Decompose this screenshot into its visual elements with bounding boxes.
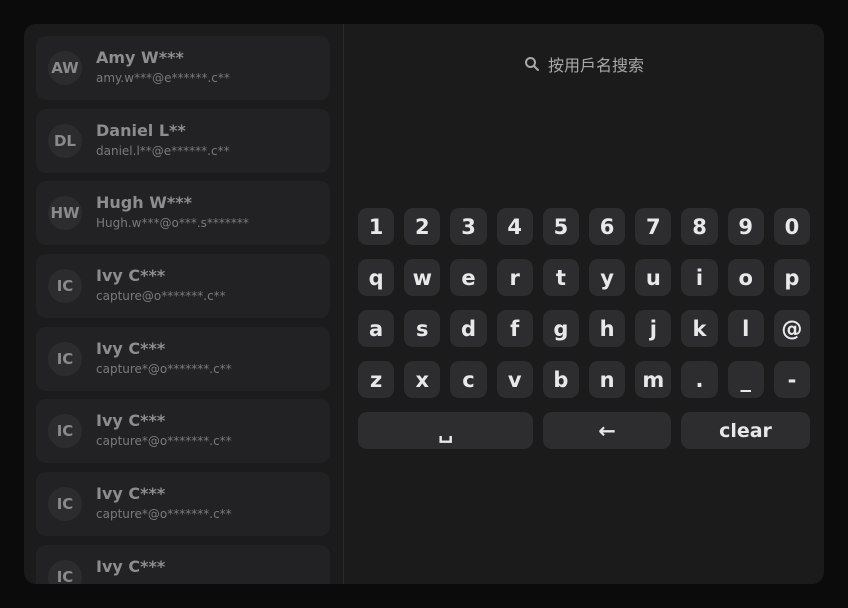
search-panel: 按用戶名搜索 1 2 3 4 5 6 7 8 9 0 q w e r t y u… [344,24,824,584]
avatar: AW [48,51,82,85]
avatar: IC [48,269,82,303]
key-y[interactable]: y [589,259,626,296]
user-card[interactable]: IC Ivy C*** capture*@o*******.c** [36,472,330,536]
key-3[interactable]: 3 [450,208,487,245]
key-7[interactable]: 7 [635,208,672,245]
user-name: Hugh W*** [96,193,192,212]
key-s[interactable]: s [404,310,441,347]
user-name: Amy W*** [96,48,184,67]
key-p[interactable]: p [773,259,811,296]
key-at[interactable]: @ [773,310,811,347]
key-i[interactable]: i [681,259,718,296]
key-u[interactable]: u [635,259,672,296]
keyboard-row-asdf: a s d f g h j k l @ [358,310,811,347]
user-card[interactable]: IC Ivy C*** capture@o*******.c** [36,254,330,318]
key-6[interactable]: 6 [589,208,626,245]
avatar: HW [48,196,82,230]
user-name: Ivy C*** [96,339,166,358]
user-email: capture*@o*******.c** [96,434,232,448]
key-f[interactable]: f [496,310,533,347]
key-g[interactable]: g [542,310,580,347]
space-key[interactable]: ␣ [358,412,533,449]
on-screen-keyboard: 1 2 3 4 5 6 7 8 9 0 q w e r t y u i o p … [358,208,811,463]
search-icon [524,57,539,71]
user-select-dialog: AW Amy W*** amy.w***@e******.c** DL Dani… [24,24,824,584]
key-z[interactable]: z [358,361,395,398]
space-icon: ␣ [437,418,454,443]
avatar: IC [48,414,82,448]
user-name: Ivy C*** [96,557,166,576]
key-n[interactable]: n [589,361,626,398]
key-t[interactable]: t [542,259,580,296]
avatar: DL [48,124,82,158]
key-b[interactable]: b [542,361,580,398]
key-j[interactable]: j [635,310,672,347]
user-name: Ivy C*** [96,484,166,503]
key-5[interactable]: 5 [542,208,580,245]
key-h[interactable]: h [589,310,626,347]
key-period[interactable]: . [681,361,718,398]
key-9[interactable]: 9 [727,208,764,245]
user-card[interactable]: AW Amy W*** amy.w***@e******.c** [36,36,330,100]
key-r[interactable]: r [496,259,533,296]
user-email: daniel.l**@e******.c** [96,144,230,158]
user-card[interactable]: DL Daniel L** daniel.l**@e******.c** [36,109,330,173]
key-w[interactable]: w [404,259,441,296]
key-c[interactable]: c [450,361,487,398]
key-q[interactable]: q [358,259,395,296]
user-email: Hugh.w***@o***.s******* [96,216,249,230]
clear-button[interactable]: clear [681,412,810,449]
keyboard-row-actions: ␣ ← clear [358,412,810,449]
key-2[interactable]: 2 [404,208,441,245]
key-l[interactable]: l [727,310,764,347]
backspace-icon: ← [598,418,616,443]
key-4[interactable]: 4 [496,208,533,245]
search-field[interactable]: 按用戶名搜索 [344,52,824,76]
key-o[interactable]: o [727,259,764,296]
key-underscore[interactable]: _ [727,361,764,398]
user-card[interactable]: HW Hugh W*** Hugh.w***@o***.s******* [36,181,330,245]
user-name: Ivy C*** [96,411,166,430]
user-email: amy.w***@e******.c** [96,71,230,85]
search-placeholder: 按用戶名搜索 [547,56,644,75]
avatar: IC [48,560,82,584]
user-card[interactable]: IC Ivy C*** [36,545,330,584]
key-m[interactable]: m [635,361,672,398]
backspace-key[interactable]: ← [543,412,671,449]
key-hyphen[interactable]: - [773,361,811,398]
user-list[interactable]: AW Amy W*** amy.w***@e******.c** DL Dani… [24,24,344,584]
avatar: IC [48,487,82,521]
user-card[interactable]: IC Ivy C*** capture*@o*******.c** [36,399,330,463]
key-8[interactable]: 8 [681,208,718,245]
user-email: capture@o*******.c** [96,289,226,303]
key-1[interactable]: 1 [358,208,395,245]
key-x[interactable]: x [404,361,441,398]
user-card[interactable]: IC Ivy C*** capture*@o*******.c** [36,327,330,391]
keyboard-row-qwerty: q w e r t y u i o p [358,259,811,296]
key-e[interactable]: e [450,259,487,296]
keyboard-row-numbers: 1 2 3 4 5 6 7 8 9 0 [358,208,811,245]
key-a[interactable]: a [358,310,395,347]
keyboard-row-zxcv: z x c v b n m . _ - [358,361,811,398]
user-email: capture*@o*******.c** [96,362,232,376]
key-d[interactable]: d [450,310,487,347]
user-name: Ivy C*** [96,266,166,285]
key-v[interactable]: v [496,361,533,398]
key-0[interactable]: 0 [773,208,811,245]
avatar: IC [48,342,82,376]
key-k[interactable]: k [681,310,718,347]
user-name: Daniel L** [96,121,186,140]
user-email: capture*@o*******.c** [96,507,232,521]
